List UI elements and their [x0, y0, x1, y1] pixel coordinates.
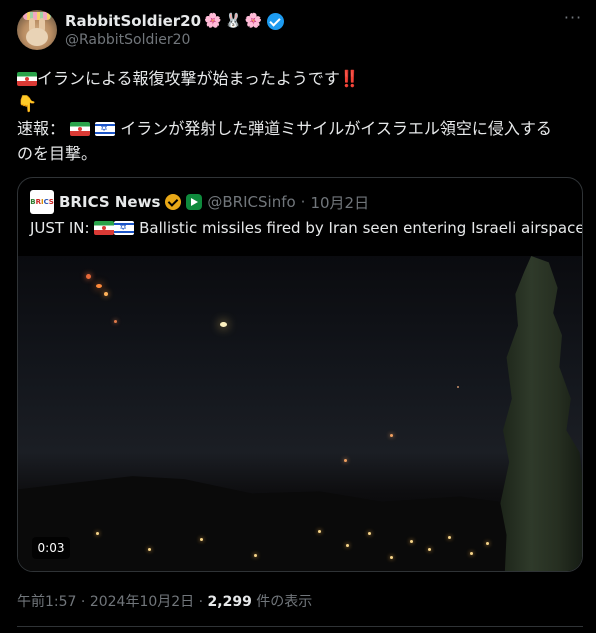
post-meta: 午前1:57 · 2024年10月2日 · 2,299 件の表示: [17, 591, 312, 611]
flower-emoji: 🌸: [204, 13, 222, 29]
post-time[interactable]: 午前1:57: [17, 594, 76, 610]
post-line-3: イランが発射した弾道ミサイルがイスラエル領空に侵入する: [120, 119, 552, 138]
post: RabbitSoldier20 🌸 🐰 🌸 @RabbitSoldier20 ·…: [0, 0, 596, 633]
video-player[interactable]: 0:03: [18, 256, 582, 571]
separator-dot: ·: [300, 193, 306, 211]
cypress-tree: [500, 256, 582, 571]
quoted-post[interactable]: BRICS BRICS News @BRICSinfo · 10月2日 JUST…: [17, 177, 583, 572]
missile-light: [114, 320, 117, 323]
missile-light: [86, 274, 91, 279]
post-line-1: イランによる報復攻撃が始まったようです: [37, 69, 340, 88]
separator-dot: ·: [198, 594, 204, 610]
missile-light: [104, 292, 108, 296]
brics-avatar[interactable]: BRICS: [30, 190, 54, 214]
gold-verified-badge-icon[interactable]: [165, 194, 182, 210]
post-line-4: のを目撃。: [17, 144, 98, 163]
affiliate-badge-icon[interactable]: [186, 194, 203, 210]
divider: [17, 626, 583, 627]
town-lights: [18, 518, 498, 571]
israel-flag-icon: [95, 122, 116, 136]
pointing-down-emoji: 👇: [17, 94, 37, 113]
rabbit-face-icon: [26, 28, 48, 46]
quoted-text-prefix: JUST IN:: [30, 219, 90, 237]
missile-light: [390, 434, 393, 437]
missile-light: [344, 459, 347, 462]
author-display-name[interactable]: RabbitSoldier20: [65, 12, 201, 30]
quoted-author-name[interactable]: BRICS News: [59, 193, 160, 211]
double-exclamation-emoji: ‼️: [339, 69, 360, 88]
author-handle[interactable]: @RabbitSoldier20: [65, 32, 190, 48]
missile-light: [96, 284, 102, 288]
author-avatar[interactable]: [17, 10, 57, 50]
iran-flag-icon: [17, 72, 37, 86]
quoted-post-date[interactable]: 10月2日: [310, 192, 369, 213]
flower-emoji: 🌸: [244, 13, 263, 29]
post-text: イランによる報復攻撃が始まったようです‼️ 👇 速報： イランが発射した弾道ミサ…: [17, 66, 587, 166]
israel-flag-icon: [114, 221, 135, 235]
post-date[interactable]: 2024年10月2日: [90, 594, 194, 610]
author-name-row[interactable]: RabbitSoldier20 🌸 🐰 🌸: [65, 11, 285, 31]
views-count[interactable]: 2,299: [208, 594, 252, 610]
flower-crown-icon: [23, 12, 51, 20]
rabbit-emoji: 🐰: [224, 13, 242, 29]
iran-flag-icon: [70, 122, 91, 136]
quoted-post-text: JUST IN: Ballistic missiles fired by Ira…: [30, 219, 583, 237]
quoted-text-body: Ballistic missiles fired by Iran seen en…: [139, 219, 583, 237]
iran-flag-icon: [94, 221, 115, 235]
separator-dot: ·: [80, 594, 86, 610]
quoted-post-header: BRICS BRICS News @BRICSinfo · 10月2日: [30, 190, 369, 214]
video-duration-badge: 0:03: [32, 537, 70, 559]
quoted-author-handle[interactable]: @BRICSinfo: [207, 193, 295, 211]
more-options-button[interactable]: ···: [563, 10, 583, 30]
verified-badge-icon[interactable]: [267, 12, 285, 30]
missile-light: [457, 386, 459, 388]
missile-light: [220, 322, 227, 327]
views-label: 件の表示: [256, 594, 313, 610]
post-breaking-label: 速報：: [17, 119, 66, 138]
